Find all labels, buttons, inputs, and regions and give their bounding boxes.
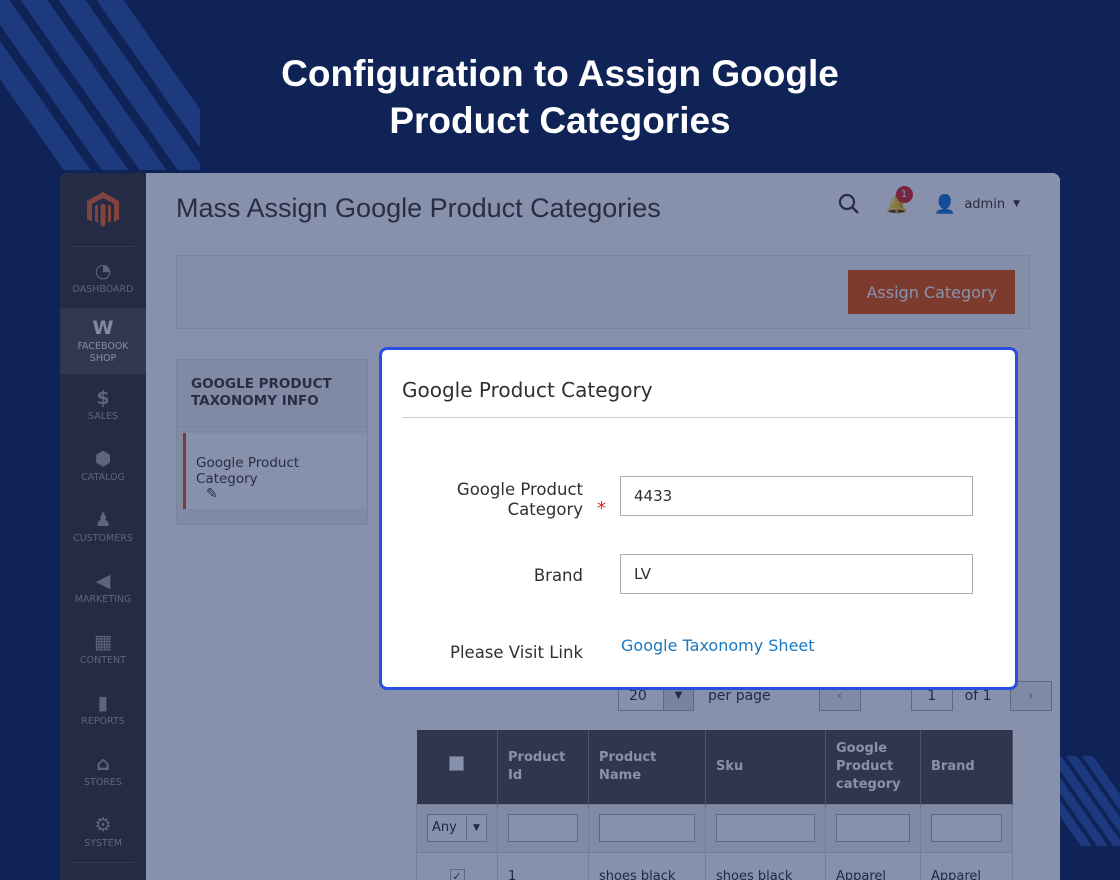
google-product-category-modal: Google Product Category Google Product C…: [379, 347, 1018, 690]
hero-title: Configuration to Assign Google Product C…: [0, 50, 1120, 144]
brand-field-label: Brand: [533, 566, 583, 585]
decorative-stripes-bottom-right: [1050, 756, 1120, 846]
modal-divider: [402, 417, 1015, 418]
required-asterisk: *: [597, 498, 606, 519]
google-taxonomy-sheet-link[interactable]: Google Taxonomy Sheet: [621, 636, 815, 655]
category-field-label: Google Product Category: [456, 480, 583, 519]
hero-title-line-1: Configuration to Assign Google: [281, 53, 839, 94]
hero-title-line-2: Product Categories: [389, 100, 731, 141]
brand-input[interactable]: [620, 554, 973, 594]
google-product-category-input[interactable]: [620, 476, 973, 516]
modal-title: Google Product Category: [402, 378, 653, 402]
visit-link-label: Please Visit Link: [450, 643, 583, 662]
